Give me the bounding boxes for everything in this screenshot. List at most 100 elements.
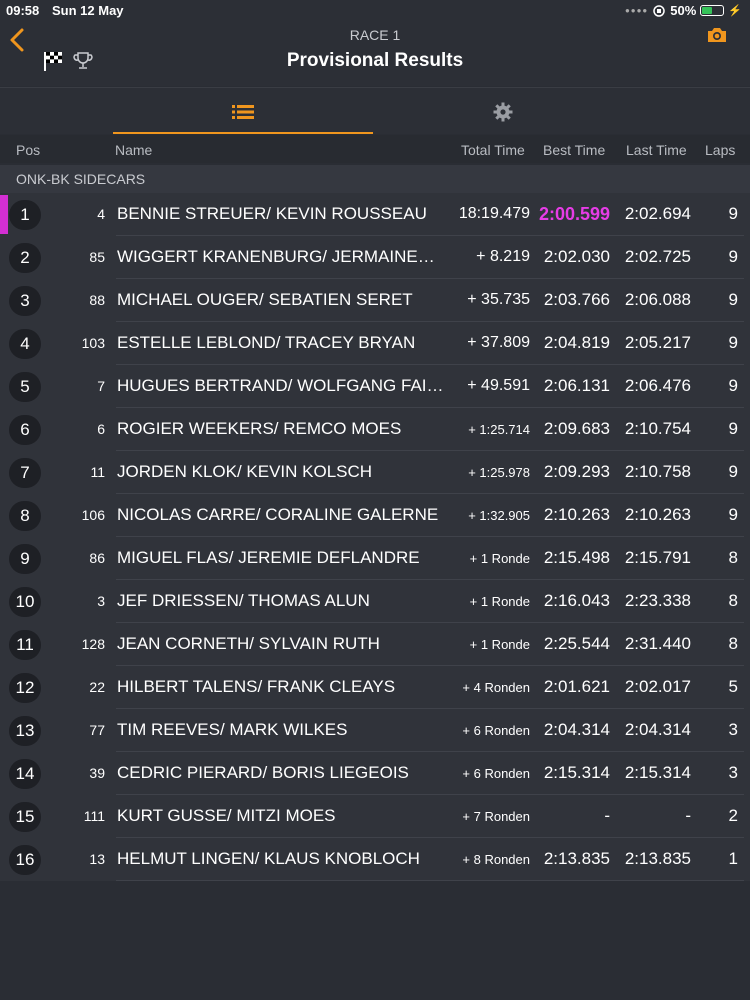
col-pos[interactable]: Pos [16,142,40,158]
race-number: 3 [97,593,105,609]
laps-count: 9 [728,204,738,223]
result-row[interactable]: 4 103 ESTELLE LEBLOND/ TRACEY BRYAN + 37.80… [0,322,750,365]
result-row[interactable]: 11 128 JEAN CORNETH/ SYLVAIN RUTH + 1 Ronde… [0,623,750,666]
race-number: 6 [97,421,105,437]
last-time: 2:10.263 [624,505,691,524]
position-badge: 1 [9,200,41,230]
col-last-time[interactable]: Last Time [626,142,687,158]
position-badge: 3 [9,286,41,316]
rider-names: BENNIE STREUER/ KEVIN ROUSSEAU [117,204,427,223]
laps-count: 9 [728,505,738,524]
result-row[interactable]: 7 11 JORDEN KLOK/ KEVIN KOLSCH + 1:25.978 2:… [0,451,750,494]
position-badge: 13 [9,716,41,746]
total-time: + 35.735 [467,291,530,308]
best-time: 2:09.293 [543,462,610,481]
position-badge: 9 [9,544,41,574]
laps-count: 9 [728,376,738,395]
rider-names: JEF DRIESSEN/ THOMAS ALUN [117,591,370,610]
tab-settings[interactable] [373,88,633,135]
laps-count: 9 [728,333,738,352]
best-time: 2:04.314 [543,720,610,739]
result-row[interactable]: 8 106 NICOLAS CARRE/ CORALINE GALERNE + 1:3… [0,494,750,537]
best-time: 2:15.314 [543,763,610,782]
result-row[interactable]: 14 39 CEDRIC PIERARD/ BORIS LIEGEOIS + 6 Ro… [0,752,750,795]
row-divider [116,880,744,881]
status-time: 09:58 [6,3,40,18]
last-time: 2:02.725 [624,247,691,266]
best-time: 2:13.835 [543,849,610,868]
laps-count: 1 [728,849,738,868]
battery-icon [700,5,725,16]
total-time: + 6 Ronden [462,723,530,738]
last-time: 2:02.017 [624,677,691,696]
result-row[interactable]: 6 6 ROGIER WEEKERS/ REMCO MOES + 1:25.714 2:… [0,408,750,451]
laps-count: 5 [728,677,738,696]
rider-names: JORDEN KLOK/ KEVIN KOLSCH [117,462,373,481]
best-time: 2:25.544 [543,634,610,653]
col-laps[interactable]: Laps [705,142,735,158]
tab-bar [0,87,750,134]
total-time: + 1:25.714 [468,422,530,437]
total-time: + 8.219 [476,248,530,265]
last-time: 2:10.758 [624,462,691,481]
position-badge: 8 [9,501,41,531]
race-label: RACE 1 [349,27,401,43]
col-total-time[interactable]: Total Time [461,142,525,158]
total-time: + 49.591 [467,377,530,394]
total-time: + 4 Ronden [462,680,530,695]
laps-count: 9 [728,247,738,266]
result-row[interactable]: 13 77 TIM REEVES/ MARK WILKES + 6 Ronden 2:0… [0,709,750,752]
total-time: + 1:25.978 [468,465,530,480]
position-badge: 5 [9,372,41,402]
result-row[interactable]: 15 111 KURT GUSSE/ MITZI MOES + 7 Ronden - - 2 [0,795,750,838]
rotation-lock-icon [653,4,666,17]
battery-percent: 50% [670,3,697,18]
rider-names: HUGUES BERTRAND/ WOLFGANG FAI… [117,376,444,395]
result-row[interactable]: 10 3 JEF DRIESSEN/ THOMAS ALUN + 1 Ronde 2:1… [0,580,750,623]
position-badge: 6 [9,415,41,445]
rider-names: MIGUEL FLAS/ JEREMIE DEFLANDRE [117,548,420,567]
rider-names: HILBERT TALENS/ FRANK CLEAYS [117,677,396,696]
best-time: 2:04.819 [543,333,610,352]
position-badge: 11 [9,630,41,660]
best-time: 2:09.683 [543,419,610,438]
rider-names: WIGGERT KRANENBURG/ JERMAINE… [117,247,435,266]
best-time: 2:06.131 [543,376,610,395]
race-number: 39 [89,765,105,781]
laps-count: 8 [728,591,738,610]
result-row[interactable]: 12 22 HILBERT TALENS/ FRANK CLEAYS + 4 Rond… [0,666,750,709]
race-number: 128 [81,636,105,652]
results-list: 1 4 BENNIE STREUER/ KEVIN ROUSSEAU 18:19.47… [0,193,750,881]
laps-count: 9 [728,419,738,438]
best-time: 2:15.498 [543,548,610,567]
result-row[interactable]: 5 7 HUGUES BERTRAND/ WOLFGANG FAI… + 49.591… [0,365,750,408]
race-number: 103 [81,335,105,351]
result-row[interactable]: 2 85 WIGGERT KRANENBURG/ JERMAINE… + 8.219 2… [0,236,750,279]
leader-marker [0,195,8,234]
race-number: 22 [89,679,105,695]
tab-results-list[interactable] [113,88,373,135]
rider-names: KURT GUSSE/ MITZI MOES [117,806,336,825]
laps-count: 3 [728,720,738,739]
col-name[interactable]: Name [115,142,152,158]
race-number: 111 [83,808,105,824]
laps-count: 8 [728,634,738,653]
position-badge: 14 [9,759,41,789]
result-row[interactable]: 3 88 MICHAEL OUGER/ SEBATIEN SERET + 35.735… [0,279,750,322]
result-row[interactable]: 1 4 BENNIE STREUER/ KEVIN ROUSSEAU 18:19.47… [0,193,750,236]
last-time: 2:15.791 [624,548,691,567]
result-row[interactable]: 16 13 HELMUT LINGEN/ KLAUS KNOBLOCH + 8 Ron… [0,838,750,881]
list-icon [232,104,254,119]
laps-count: 3 [728,763,738,782]
rider-names: MICHAEL OUGER/ SEBATIEN SERET [117,290,413,309]
camera-icon[interactable] [706,26,728,44]
col-best-time[interactable]: Best Time [543,142,605,158]
best-time: 2:16.043 [543,591,610,610]
last-time: 2:10.754 [624,419,691,438]
race-number: 85 [89,249,105,265]
race-number: 88 [89,292,105,308]
best-time: 2:03.766 [543,290,610,309]
result-row[interactable]: 9 86 MIGUEL FLAS/ JEREMIE DEFLANDRE + 1 Ron… [0,537,750,580]
total-time: + 8 Ronden [462,852,530,867]
status-indicators: ●●●● 50% ⚡ [625,3,742,18]
